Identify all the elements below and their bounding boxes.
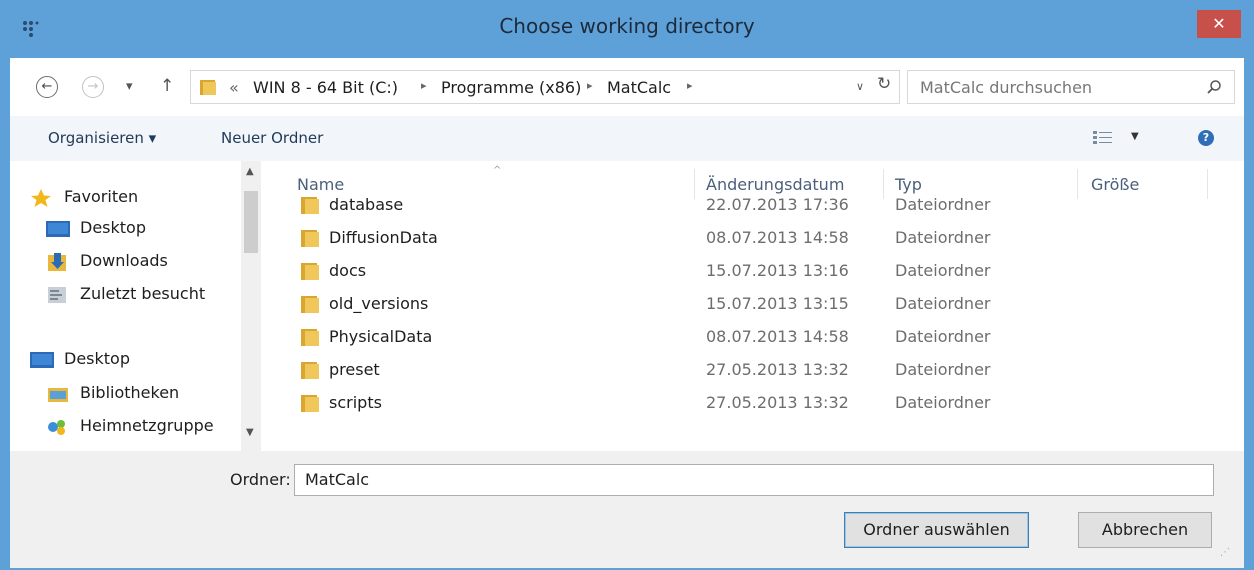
forward-button[interactable]: → bbox=[82, 76, 104, 98]
sidebar-item-label: Desktop bbox=[64, 349, 130, 368]
file-date: 15.07.2013 13:16 bbox=[706, 261, 849, 280]
address-overflow[interactable]: « bbox=[229, 78, 239, 97]
folder-icon bbox=[301, 362, 319, 379]
new-folder-button[interactable]: Neuer Ordner bbox=[221, 129, 323, 147]
folder-input[interactable] bbox=[295, 465, 1185, 493]
up-button[interactable]: ↑ bbox=[160, 76, 174, 96]
address-segment-matcalc[interactable]: MatCalc bbox=[607, 78, 671, 97]
table-row[interactable]: database 22.07.2013 17:36 Dateiordner bbox=[299, 191, 1239, 221]
folder-icon bbox=[301, 395, 319, 412]
file-date: 08.07.2013 14:58 bbox=[706, 327, 849, 346]
dialog-window: Choose working directory ✕ ← → ▾ ↑ « WIN… bbox=[0, 0, 1254, 570]
back-button[interactable]: ← bbox=[36, 76, 58, 98]
file-name: DiffusionData bbox=[329, 228, 438, 247]
search-placeholder: MatCalc durchsuchen bbox=[920, 78, 1093, 97]
file-date: 08.07.2013 14:58 bbox=[706, 228, 849, 247]
dialog-client: ← → ▾ ↑ « WIN 8 - 64 Bit (C:) ▸ Programm… bbox=[10, 58, 1244, 568]
file-list: ^ Name Änderungsdatum Typ Größe database… bbox=[269, 161, 1244, 451]
resize-grip-icon[interactable]: ⋰ bbox=[1220, 547, 1230, 558]
file-name: preset bbox=[329, 360, 380, 379]
folder-icon bbox=[301, 329, 319, 346]
file-type: Dateiordner bbox=[895, 228, 991, 247]
table-row[interactable]: docs 15.07.2013 13:16 Dateiordner bbox=[299, 257, 1239, 287]
sort-indicator-icon: ^ bbox=[493, 165, 502, 176]
folder-icon bbox=[301, 197, 319, 214]
refresh-icon[interactable]: ↻ bbox=[877, 74, 891, 94]
address-segment-programme[interactable]: Programme (x86) bbox=[441, 78, 581, 97]
navigation-bar: ← → ▾ ↑ « WIN 8 - 64 Bit (C:) ▸ Programm… bbox=[10, 58, 1244, 116]
file-type: Dateiordner bbox=[895, 360, 991, 379]
file-type: Dateiordner bbox=[895, 294, 991, 313]
help-icon[interactable]: ? bbox=[1198, 130, 1214, 146]
downloads-icon bbox=[48, 253, 66, 271]
file-name: scripts bbox=[329, 393, 382, 412]
view-options-icon[interactable] bbox=[1093, 130, 1113, 146]
table-row[interactable]: scripts 27.05.2013 13:32 Dateiordner bbox=[299, 389, 1239, 419]
scroll-down-icon[interactable]: ▼ bbox=[246, 427, 254, 438]
file-date: 27.05.2013 13:32 bbox=[706, 360, 849, 379]
address-dropdown-icon[interactable]: ∨ bbox=[856, 80, 864, 93]
file-date: 27.05.2013 13:32 bbox=[706, 393, 849, 412]
file-name: old_versions bbox=[329, 294, 429, 313]
star-icon bbox=[31, 189, 51, 207]
file-date: 22.07.2013 17:36 bbox=[706, 195, 849, 214]
file-date: 15.07.2013 13:15 bbox=[706, 294, 849, 313]
scroll-up-icon[interactable]: ▲ bbox=[246, 166, 254, 177]
file-name: PhysicalData bbox=[329, 327, 433, 346]
homegroup-icon bbox=[48, 420, 65, 435]
folder-field-label: Ordner: bbox=[230, 470, 291, 489]
select-folder-button[interactable]: Ordner auswählen bbox=[844, 512, 1029, 548]
folder-icon bbox=[301, 296, 319, 313]
file-type: Dateiordner bbox=[895, 393, 991, 412]
file-name: database bbox=[329, 195, 404, 214]
cancel-button[interactable]: Abbrechen bbox=[1078, 512, 1212, 548]
navigation-pane: Favoriten Desktop Downloads Zuletzt besu… bbox=[10, 161, 261, 451]
table-row[interactable]: old_versions 15.07.2013 13:15 Dateiordner bbox=[299, 290, 1239, 320]
libraries-icon bbox=[48, 388, 68, 402]
table-row[interactable]: preset 27.05.2013 13:32 Dateiordner bbox=[299, 356, 1239, 386]
sidebar-item-label: Zuletzt besucht bbox=[80, 284, 206, 303]
file-type: Dateiordner bbox=[895, 327, 991, 346]
search-box[interactable]: MatCalc durchsuchen bbox=[907, 70, 1235, 104]
organize-menu[interactable]: Organisieren ▾ bbox=[48, 129, 156, 147]
address-bar[interactable]: « WIN 8 - 64 Bit (C:) ▸ Programme (x86) … bbox=[190, 70, 900, 104]
table-row[interactable]: PhysicalData 08.07.2013 14:58 Dateiordner bbox=[299, 323, 1239, 353]
view-dropdown-icon[interactable]: ▼ bbox=[1131, 131, 1139, 142]
desktop-icon bbox=[46, 221, 70, 237]
desktop-icon bbox=[30, 352, 54, 368]
file-type: Dateiordner bbox=[895, 261, 991, 280]
folder-field[interactable] bbox=[294, 464, 1214, 496]
dialog-footer: Ordner: Ordner auswählen Abbrechen ⋰ bbox=[10, 451, 1244, 568]
sidebar-item-label: Favoriten bbox=[64, 187, 139, 206]
file-name: docs bbox=[329, 261, 367, 280]
recent-locations-button[interactable]: ▾ bbox=[126, 79, 133, 94]
address-separator[interactable]: ▸ bbox=[421, 79, 427, 92]
sidebar-item-label: Heimnetzgruppe bbox=[80, 416, 214, 435]
recent-places-icon bbox=[48, 287, 66, 303]
address-separator[interactable]: ▸ bbox=[587, 79, 593, 92]
window-title: Choose working directory bbox=[499, 14, 755, 38]
folder-icon bbox=[200, 80, 216, 95]
sidebar-item-label: Downloads bbox=[80, 251, 168, 270]
sidebar-item-label: Desktop bbox=[80, 218, 146, 237]
folder-icon bbox=[301, 263, 319, 280]
file-type: Dateiordner bbox=[895, 195, 991, 214]
address-segment-drive[interactable]: WIN 8 - 64 Bit (C:) bbox=[253, 78, 398, 97]
search-icon[interactable] bbox=[1206, 79, 1222, 95]
table-row[interactable]: DiffusionData 08.07.2013 14:58 Dateiordner bbox=[299, 224, 1239, 254]
close-button[interactable]: ✕ bbox=[1197, 10, 1241, 38]
title-bar[interactable]: Choose working directory ✕ bbox=[0, 0, 1254, 58]
navigation-pane-scrollbar[interactable]: ▲ ▼ bbox=[241, 161, 261, 451]
command-toolbar: Organisieren ▾ Neuer Ordner ▼ ? bbox=[10, 116, 1244, 161]
address-separator[interactable]: ▸ bbox=[687, 79, 693, 92]
folder-icon bbox=[301, 230, 319, 247]
sidebar-item-label: Bibliotheken bbox=[80, 383, 180, 402]
scrollbar-thumb[interactable] bbox=[244, 191, 258, 253]
